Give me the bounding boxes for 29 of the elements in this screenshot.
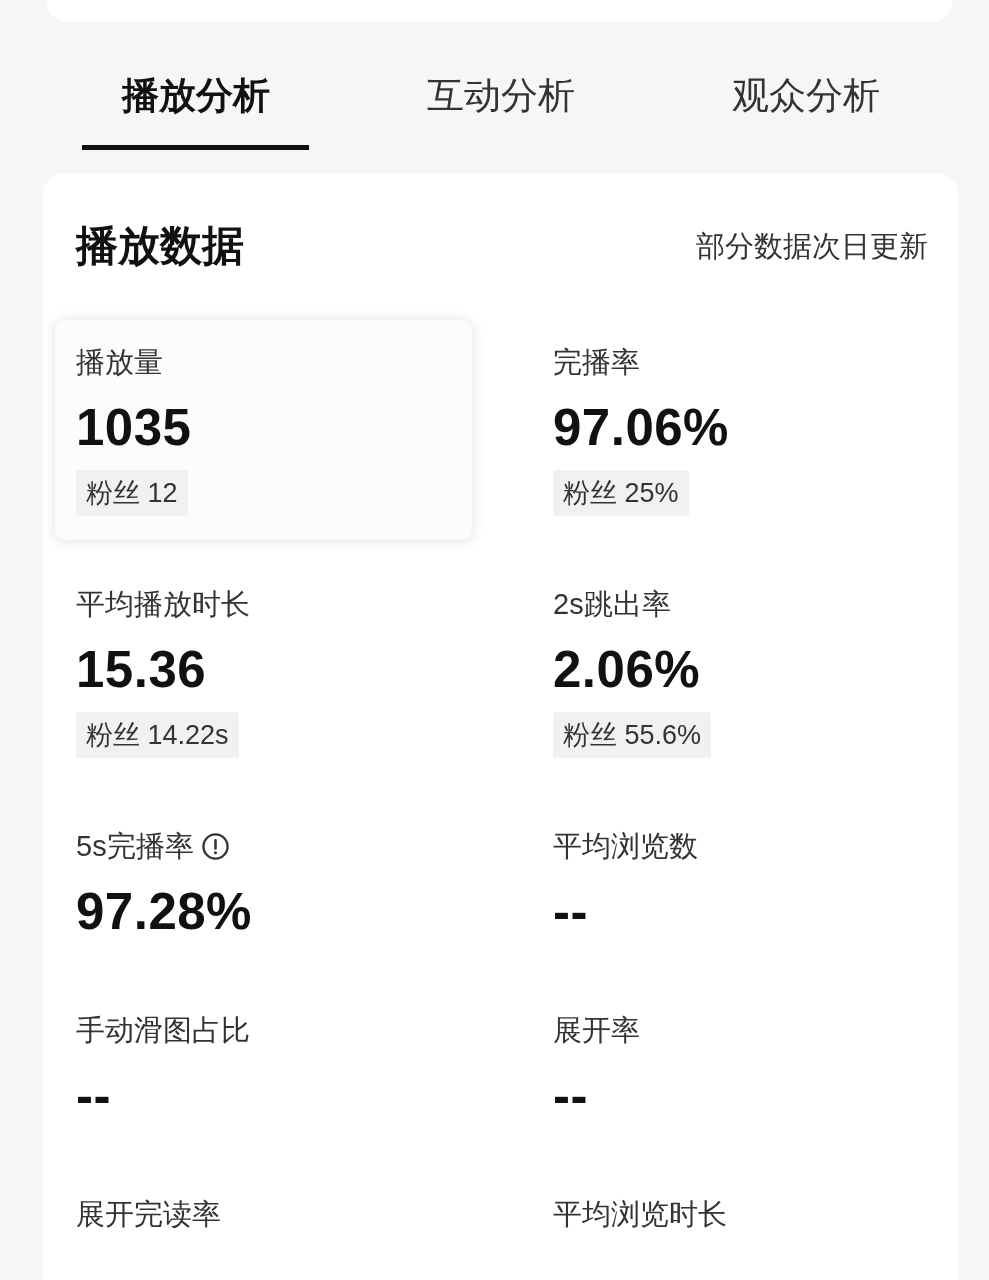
metric-value: -- xyxy=(553,1066,588,1126)
info-icon[interactable] xyxy=(201,832,229,860)
metric-label: 播放量 xyxy=(76,345,163,380)
metric-label: 展开完读率 xyxy=(76,1197,221,1232)
tab[interactable]: 播放分析 xyxy=(82,22,309,150)
metric-label: 展开率 xyxy=(553,1013,640,1048)
metric-value: 97.28% xyxy=(76,882,252,942)
fans-comparison: 粉丝 12 xyxy=(76,470,188,516)
update-note: 部分数据次日更新 xyxy=(696,229,928,264)
fans-comparison: 粉丝 14.22s xyxy=(76,712,239,758)
metric-tile[interactable]: 播放量 1035 粉丝 12 xyxy=(55,320,472,540)
metric-value: -- xyxy=(76,1066,111,1126)
tab[interactable]: 观众分析 xyxy=(692,22,919,150)
metric-label: 平均浏览时长 xyxy=(553,1197,727,1232)
metric-label: 平均浏览数 xyxy=(553,829,698,864)
metric-label: 5s完播率 xyxy=(76,829,194,864)
metric-value: 15.36 xyxy=(76,640,207,700)
metric-label: 平均播放时长 xyxy=(76,587,250,622)
metric-label: 手动滑图占比 xyxy=(76,1013,250,1048)
section-title: 播放数据 xyxy=(76,221,244,271)
metric-value: -- xyxy=(553,882,588,942)
metric-label: 完播率 xyxy=(553,345,640,380)
fans-comparison: 粉丝 55.6% xyxy=(553,712,712,758)
metric-value: 1035 xyxy=(76,398,192,458)
metric-label: 2s跳出率 xyxy=(553,587,671,622)
fans-comparison: 粉丝 25% xyxy=(553,470,689,516)
tab[interactable]: 互动分析 xyxy=(387,22,614,150)
metric-value: 97.06% xyxy=(553,398,729,458)
metric-value: 2.06% xyxy=(553,640,701,700)
